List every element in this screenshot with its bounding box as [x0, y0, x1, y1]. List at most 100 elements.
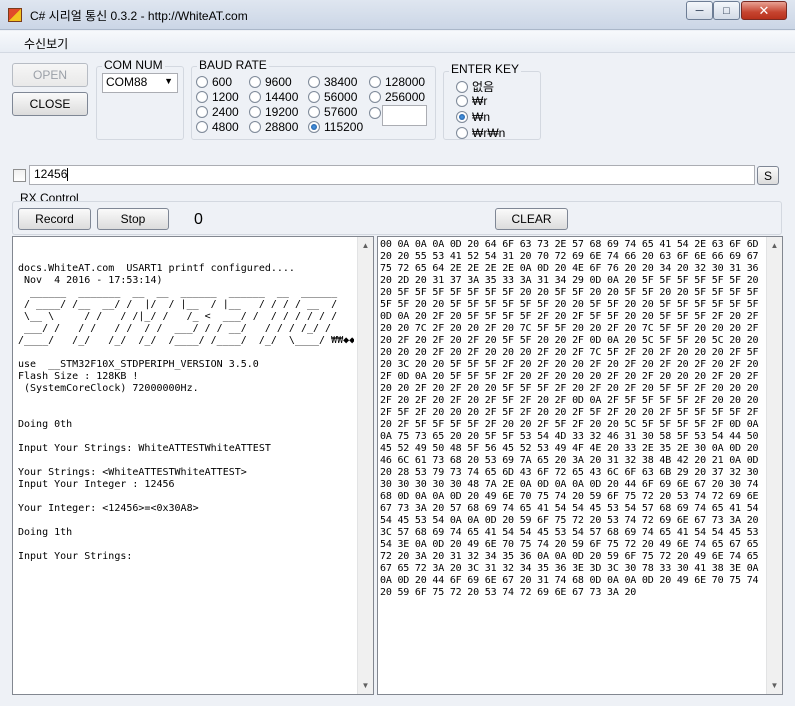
menu-recv-view[interactable]: 수신보기 [24, 35, 68, 52]
close-button[interactable]: CLOSE [12, 92, 88, 116]
enter-option[interactable]: ₩r [456, 94, 487, 108]
radio-icon [456, 80, 468, 93]
com-port-value: COM88 [106, 75, 148, 89]
scroll-up-icon[interactable]: ▲ [767, 237, 782, 254]
maximize-icon: □ [723, 4, 730, 17]
baud-option[interactable]: 2400 [196, 105, 239, 119]
baud-option[interactable]: 14400 [249, 90, 298, 104]
enter-option-selected[interactable]: ₩n [456, 110, 490, 124]
radio-icon [249, 121, 261, 133]
hex-pane[interactable]: 00 0A 0A 0A 0D 20 64 6F 63 73 2E 57 68 6… [377, 236, 783, 695]
console-line: /____/ /_/ /_/ /_/ /____/ /____/ /_/ \__… [18, 335, 354, 346]
radio-icon [196, 76, 208, 88]
baud-option[interactable]: 9600 [249, 75, 292, 89]
console-line: Input Your Strings: WhiteATTESTWhiteATTE… [18, 443, 271, 454]
maximize-button[interactable]: □ [713, 1, 740, 20]
console-line: Input Your Integer : 12456 [18, 479, 175, 490]
console-line: Doing 0th [18, 419, 73, 430]
radio-icon [249, 106, 261, 118]
baud-option[interactable]: 38400 [308, 75, 357, 89]
baud-option[interactable]: 1200 [196, 90, 239, 104]
console-line: use __STM32F10X_STDPERIPH_VERSION 3.5.0 [18, 359, 259, 370]
baud-rate-label: BAUD RATE [197, 58, 269, 72]
console-text: docs.WhiteAT.com USART1 printf configure… [18, 239, 354, 691]
console-line: Your Integer: <12456>=<0x30A8> [18, 503, 199, 514]
baud-option[interactable]: 57600 [308, 105, 357, 119]
baud-option-custom[interactable] [369, 107, 381, 119]
console-line: ______ _______ __ __ ______ ______ __ __… [18, 287, 338, 298]
radio-icon [249, 91, 261, 103]
menu-bar: 수신보기 [0, 31, 795, 53]
com-num-label: COM NUM [102, 58, 165, 72]
console-line: (SystemCoreClock) 72000000Hz. [18, 383, 199, 394]
minimize-icon: ─ [695, 4, 704, 17]
baud-option[interactable]: 4800 [196, 120, 239, 134]
radio-icon [308, 76, 320, 88]
chevron-down-icon: ▼ [164, 76, 173, 86]
com-port-select[interactable]: COM88 ▼ [102, 73, 178, 93]
scroll-up-icon[interactable]: ▲ [358, 237, 373, 254]
title-bar[interactable]: C# 시리얼 통신 0.3.2 - http://WhiteAT.com ─ □… [0, 0, 795, 30]
close-window-button[interactable]: ✕ [741, 1, 787, 20]
console-line: ___/ / / / / / / / ___/ / / __/ / / / /_… [18, 323, 332, 334]
radio-icon [196, 106, 208, 118]
enter-option[interactable]: 없음 [456, 78, 494, 95]
console-line: Input Your Strings: [18, 551, 133, 562]
console-line: / ____/ /__ __/ / |/ / |__ / |__ / / / /… [18, 299, 338, 310]
send-input[interactable]: 12456 [29, 165, 755, 185]
console-pane[interactable]: docs.WhiteAT.com USART1 printf configure… [12, 236, 374, 695]
record-button[interactable]: Record [18, 208, 91, 230]
baud-option[interactable]: 256000 [369, 90, 425, 104]
console-line: Doing 1th [18, 527, 73, 538]
text-cursor [67, 168, 69, 182]
stop-button[interactable]: Stop [97, 208, 169, 230]
console-line: Your Strings: <WhiteATTESTWhiteATTEST> [18, 467, 247, 478]
console-line: Flash Size : 128KB ! [18, 371, 139, 382]
send-button[interactable]: S [757, 166, 779, 185]
scroll-down-icon[interactable]: ▼ [358, 677, 373, 694]
rx-count: 0 [194, 211, 203, 228]
baud-option-selected[interactable]: 115200 [308, 120, 363, 134]
console-line: Nov 4 2016 - 17:53:14) [18, 275, 163, 286]
app-icon [8, 8, 22, 22]
console-line: \__ \ / / / /|_/ / /_ < ___/ / / / / / /… [18, 311, 338, 322]
close-icon: ✕ [758, 2, 770, 18]
clear-button[interactable]: CLEAR [495, 208, 568, 230]
minimize-button[interactable]: ─ [686, 1, 713, 20]
baud-option[interactable]: 28800 [249, 120, 298, 134]
radio-checked-icon [456, 111, 468, 123]
radio-checked-icon [308, 121, 320, 133]
radio-icon [196, 121, 208, 133]
send-checkbox[interactable] [13, 169, 26, 182]
radio-icon [308, 91, 320, 103]
radio-icon [456, 95, 468, 107]
hex-dump-text: 00 0A 0A 0A 0D 20 64 6F 63 73 2E 57 68 6… [380, 239, 764, 598]
baud-option[interactable]: 56000 [308, 90, 357, 104]
hex-scrollbar[interactable]: ▲ ▼ [766, 237, 782, 694]
baud-option[interactable]: 600 [196, 75, 232, 89]
radio-icon [369, 76, 381, 88]
baud-option[interactable]: 19200 [249, 105, 298, 119]
enter-option[interactable]: ₩r₩n [456, 126, 505, 140]
console-line: docs.WhiteAT.com USART1 printf configure… [18, 263, 295, 274]
console-scrollbar[interactable]: ▲ ▼ [357, 237, 373, 694]
baud-option[interactable]: 128000 [369, 75, 425, 89]
scroll-down-icon[interactable]: ▼ [767, 677, 782, 694]
radio-icon [196, 91, 208, 103]
radio-icon [369, 91, 381, 103]
custom-baud-input[interactable] [382, 105, 427, 126]
radio-icon [308, 106, 320, 118]
radio-icon [369, 107, 381, 119]
radio-icon [249, 76, 261, 88]
open-button[interactable]: OPEN [12, 63, 88, 87]
